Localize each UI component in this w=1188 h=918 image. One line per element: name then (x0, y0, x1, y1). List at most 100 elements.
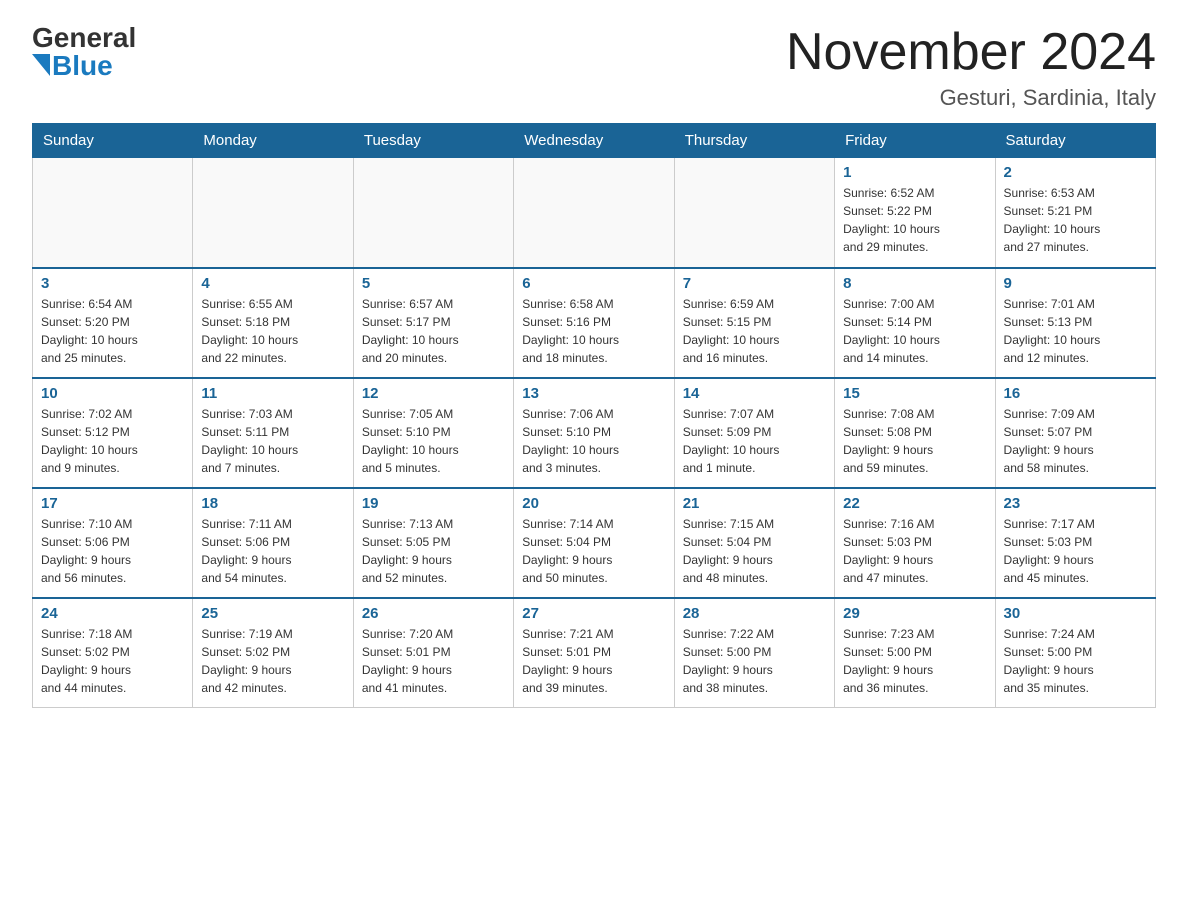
day-info: Sunrise: 7:16 AM Sunset: 5:03 PM Dayligh… (843, 515, 986, 587)
table-row (514, 158, 674, 268)
table-row: 29Sunrise: 7:23 AM Sunset: 5:00 PM Dayli… (835, 598, 995, 708)
day-info: Sunrise: 7:18 AM Sunset: 5:02 PM Dayligh… (41, 625, 184, 697)
logo-blue-text: Blue (52, 52, 113, 80)
table-row: 28 Sunrise: 7:22 AM Sunset: 5:00 PM Dayli… (674, 598, 834, 708)
header-thursday: Thursday (674, 124, 834, 158)
day-info: Sunrise: 7:01 AM Sunset: 5:13 PM Dayligh… (1004, 295, 1147, 367)
day-info: Sunrise: 7:05 AM Sunset: 5:10 PM Dayligh… (362, 405, 505, 477)
day-info: Sunrise: 7:23 AM Sunset: 5:00 PM Dayligh… (843, 625, 986, 697)
calendar-week-row: 17 Sunrise: 7:10 AM Sunset: 5:06 PM Dayli… (33, 488, 1156, 598)
calendar-week-row: 24 Sunrise: 7:18 AM Sunset: 5:02 PM Dayli… (33, 598, 1156, 708)
day-number: 6 (522, 275, 665, 292)
day-number: 17 (41, 495, 184, 512)
table-row (193, 158, 353, 268)
header-tuesday: Tuesday (353, 124, 513, 158)
day-info: Sunrise: 7:24 AM Sunset: 5:00 PM Dayligh… (1004, 625, 1147, 697)
day-number: 9 (1004, 275, 1147, 292)
day-info: Sunrise: 7:15 AM Sunset: 5:04 PM Dayligh… (683, 515, 826, 587)
header-wednesday: Wednesday (514, 124, 674, 158)
calendar-table: Sunday Monday Tuesday Wednesday Thursday… (32, 123, 1156, 708)
day-number: 12 (362, 385, 505, 402)
table-row: 16 Sunrise: 7:09 AM Sunset: 5:07 PM Dayli… (995, 378, 1155, 488)
day-info: Sunrise: 7:02 AM Sunset: 5:12 PM Dayligh… (41, 405, 184, 477)
table-row: 5Sunrise: 6:57 AM Sunset: 5:17 PM Daylig… (353, 268, 513, 378)
day-number: 20 (522, 495, 665, 512)
day-number: 11 (201, 385, 344, 402)
table-row: 25Sunrise: 7:19 AM Sunset: 5:02 PM Dayli… (193, 598, 353, 708)
table-row: 9 Sunrise: 7:01 AM Sunset: 5:13 PM Daylig… (995, 268, 1155, 378)
day-number: 23 (1004, 495, 1147, 512)
day-info: Sunrise: 7:21 AM Sunset: 5:01 PM Dayligh… (522, 625, 665, 697)
day-info: Sunrise: 6:59 AM Sunset: 5:15 PM Dayligh… (683, 295, 826, 367)
day-number: 1 (843, 164, 986, 181)
table-row: 2Sunrise: 6:53 AM Sunset: 5:21 PM Daylig… (995, 158, 1155, 268)
day-number: 15 (843, 385, 986, 402)
day-info: Sunrise: 6:55 AM Sunset: 5:18 PM Dayligh… (201, 295, 344, 367)
day-info: Sunrise: 6:52 AM Sunset: 5:22 PM Dayligh… (843, 184, 986, 256)
table-row: 17 Sunrise: 7:10 AM Sunset: 5:06 PM Dayli… (33, 488, 193, 598)
day-number: 16 (1004, 385, 1147, 402)
logo-arrow-icon (32, 54, 50, 76)
day-info: Sunrise: 7:00 AM Sunset: 5:14 PM Dayligh… (843, 295, 986, 367)
day-info: Sunrise: 7:22 AM Sunset: 5:00 PM Dayligh… (683, 625, 826, 697)
day-info: Sunrise: 7:06 AM Sunset: 5:10 PM Dayligh… (522, 405, 665, 477)
logo-general-text: General (32, 24, 136, 52)
table-row: 15Sunrise: 7:08 AM Sunset: 5:08 PM Dayli… (835, 378, 995, 488)
day-number: 8 (843, 275, 986, 292)
table-row: 26Sunrise: 7:20 AM Sunset: 5:01 PM Dayli… (353, 598, 513, 708)
header-sunday: Sunday (33, 124, 193, 158)
location-title: Gesturi, Sardinia, Italy (786, 85, 1156, 111)
day-number: 24 (41, 605, 184, 622)
day-info: Sunrise: 6:58 AM Sunset: 5:16 PM Dayligh… (522, 295, 665, 367)
table-row: 8 Sunrise: 7:00 AM Sunset: 5:14 PM Daylig… (835, 268, 995, 378)
calendar-week-row: 3Sunrise: 6:54 AM Sunset: 5:20 PM Daylig… (33, 268, 1156, 378)
logo: General Blue (32, 24, 136, 80)
day-number: 27 (522, 605, 665, 622)
table-row: 23 Sunrise: 7:17 AM Sunset: 5:03 PM Dayli… (995, 488, 1155, 598)
table-row (674, 158, 834, 268)
day-number: 3 (41, 275, 184, 292)
table-row: 3Sunrise: 6:54 AM Sunset: 5:20 PM Daylig… (33, 268, 193, 378)
table-row: 18Sunrise: 7:11 AM Sunset: 5:06 PM Dayli… (193, 488, 353, 598)
table-row (353, 158, 513, 268)
table-row: 6 Sunrise: 6:58 AM Sunset: 5:16 PM Daylig… (514, 268, 674, 378)
day-number: 2 (1004, 164, 1147, 181)
table-row: 14 Sunrise: 7:07 AM Sunset: 5:09 PM Dayli… (674, 378, 834, 488)
table-row: 12 Sunrise: 7:05 AM Sunset: 5:10 PM Dayli… (353, 378, 513, 488)
day-info: Sunrise: 7:09 AM Sunset: 5:07 PM Dayligh… (1004, 405, 1147, 477)
day-number: 13 (522, 385, 665, 402)
day-info: Sunrise: 7:03 AM Sunset: 5:11 PM Dayligh… (201, 405, 344, 477)
header-friday: Friday (835, 124, 995, 158)
table-row: 13 Sunrise: 7:06 AM Sunset: 5:10 PM Dayli… (514, 378, 674, 488)
day-info: Sunrise: 7:19 AM Sunset: 5:02 PM Dayligh… (201, 625, 344, 697)
month-title: November 2024 (786, 24, 1156, 81)
day-info: Sunrise: 6:57 AM Sunset: 5:17 PM Dayligh… (362, 295, 505, 367)
table-row: 10 Sunrise: 7:02 AM Sunset: 5:12 PM Dayli… (33, 378, 193, 488)
day-number: 4 (201, 275, 344, 292)
header-monday: Monday (193, 124, 353, 158)
table-row: 1 Sunrise: 6:52 AM Sunset: 5:22 PM Daylig… (835, 158, 995, 268)
table-row: 20Sunrise: 7:14 AM Sunset: 5:04 PM Dayli… (514, 488, 674, 598)
table-row: 27 Sunrise: 7:21 AM Sunset: 5:01 PM Dayli… (514, 598, 674, 708)
table-row: 19 Sunrise: 7:13 AM Sunset: 5:05 PM Dayli… (353, 488, 513, 598)
table-row: 24 Sunrise: 7:18 AM Sunset: 5:02 PM Dayli… (33, 598, 193, 708)
day-number: 28 (683, 605, 826, 622)
day-info: Sunrise: 7:07 AM Sunset: 5:09 PM Dayligh… (683, 405, 826, 477)
day-number: 18 (201, 495, 344, 512)
weekday-header-row: Sunday Monday Tuesday Wednesday Thursday… (33, 124, 1156, 158)
title-block: November 2024 Gesturi, Sardinia, Italy (786, 24, 1156, 111)
table-row: 11 Sunrise: 7:03 AM Sunset: 5:11 PM Dayli… (193, 378, 353, 488)
day-number: 30 (1004, 605, 1147, 622)
table-row: 4 Sunrise: 6:55 AM Sunset: 5:18 PM Daylig… (193, 268, 353, 378)
day-number: 14 (683, 385, 826, 402)
day-info: Sunrise: 7:10 AM Sunset: 5:06 PM Dayligh… (41, 515, 184, 587)
day-number: 10 (41, 385, 184, 402)
day-info: Sunrise: 7:17 AM Sunset: 5:03 PM Dayligh… (1004, 515, 1147, 587)
day-number: 19 (362, 495, 505, 512)
table-row (33, 158, 193, 268)
day-number: 21 (683, 495, 826, 512)
calendar-week-row: 10 Sunrise: 7:02 AM Sunset: 5:12 PM Dayli… (33, 378, 1156, 488)
day-info: Sunrise: 7:13 AM Sunset: 5:05 PM Dayligh… (362, 515, 505, 587)
header-saturday: Saturday (995, 124, 1155, 158)
table-row: 21 Sunrise: 7:15 AM Sunset: 5:04 PM Dayli… (674, 488, 834, 598)
